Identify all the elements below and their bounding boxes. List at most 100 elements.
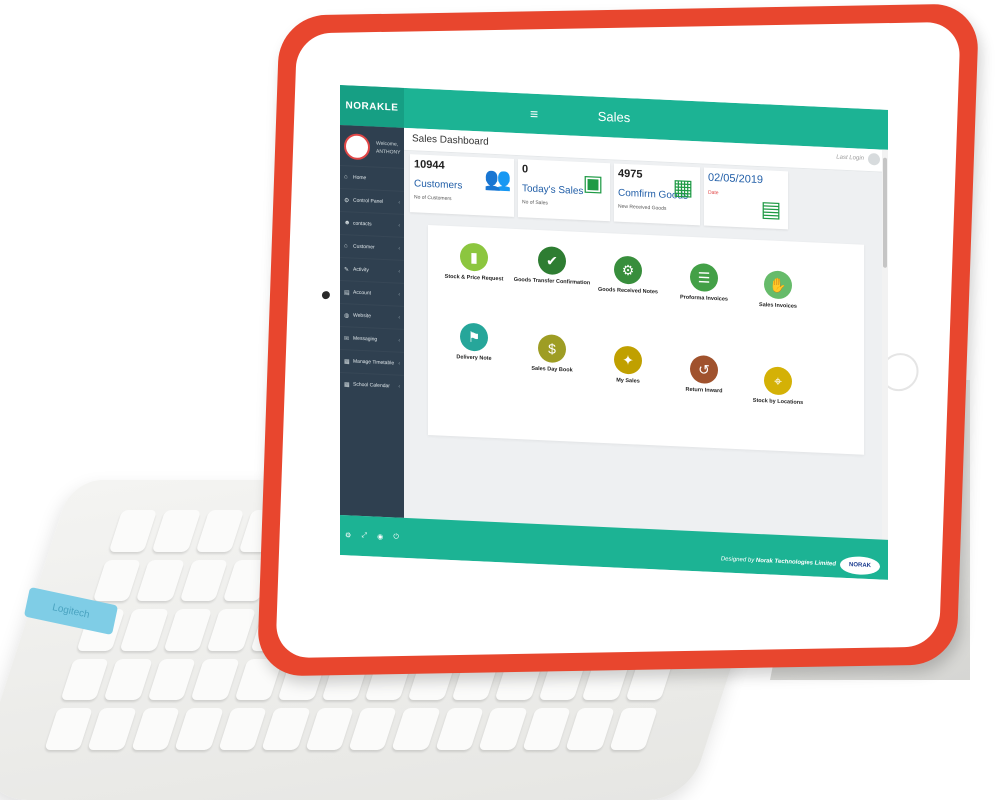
app-tile-sales-day-book[interactable]: $ Sales Day Book	[512, 325, 592, 409]
app-label: Return Inward	[685, 386, 723, 395]
sidebar-nav: ⌂ Home ⚙ Control Panel ‹ ☻ contacts ‹ ⌂ Customer ‹…	[340, 165, 404, 398]
calendar-icon: ▦	[344, 381, 350, 388]
sidebar-item-school-calendar[interactable]: ▦ School Calendar ‹	[340, 372, 404, 398]
keyboard-key	[304, 708, 354, 750]
stat-sub: Date	[708, 189, 719, 197]
keyboard-key	[60, 658, 110, 701]
clipboard-icon: ☰	[690, 262, 718, 293]
sidebar-item-label: Control Panel	[353, 197, 384, 205]
app-label: Stock by Locations	[752, 397, 804, 407]
keyboard-key	[391, 708, 441, 750]
globe-icon: ◍	[344, 312, 350, 319]
sidebar-item-control-panel[interactable]: ⚙ Control Panel ‹	[340, 188, 404, 214]
sidebar-item-label: contacts	[353, 220, 372, 228]
handshake-icon: ✋	[764, 270, 792, 300]
pen-icon: ✎	[344, 266, 350, 273]
sidebar-item-messaging[interactable]: ✉ Messaging ‹	[340, 326, 404, 352]
app-tile-stock-price-request[interactable]: ▮ Stock & Price Request	[434, 233, 514, 317]
user-avatar[interactable]	[868, 152, 880, 166]
app-label: Sales Day Book	[531, 365, 573, 374]
home-icon: ⌂	[344, 174, 348, 181]
sidebar-item-label: School Calendar	[353, 381, 390, 390]
keyboard-key	[163, 609, 213, 651]
app-label: Goods Transfer Confirmation	[513, 276, 591, 287]
eye-icon[interactable]: ◉	[377, 533, 383, 541]
power-icon[interactable]: ⏻	[393, 533, 399, 541]
last-login: Last Login	[836, 154, 864, 162]
sidebar-item-label: Activity	[353, 266, 369, 274]
chevron-left-icon: ‹	[398, 337, 400, 344]
stat-customers[interactable]: 10944 Customers No of Customers 👥	[410, 154, 514, 217]
keyboard-key	[87, 708, 137, 750]
money-icon: ▣	[582, 170, 604, 196]
apps-panel: ▮ Stock & Price Request ✔ Goods Transfer Co…	[428, 224, 864, 455]
app-label: Delivery Note	[456, 354, 492, 362]
app-tile-stock-by-locations[interactable]: ⌖ Stock by Locations	[738, 357, 818, 441]
keyboard-key	[435, 708, 485, 750]
sidebar-item-account[interactable]: ▤ Account ‹	[340, 280, 404, 306]
app-tile-return-inward[interactable]: ↺ Return Inward	[664, 346, 744, 430]
keyboard-key	[521, 708, 571, 750]
cash-icon: $	[538, 333, 566, 364]
sidebar-item-website[interactable]: ◍ Website ‹	[340, 303, 404, 329]
users-icon: ☻	[344, 220, 351, 227]
keyboard-key	[152, 510, 202, 552]
profile: Welcome, ANTHONY	[340, 125, 404, 168]
expand-icon[interactable]: ⤢	[361, 532, 367, 540]
sidebar-item-label: Manage Timetable	[353, 358, 395, 367]
delivery-icon: ⚑	[460, 322, 488, 352]
forklift-icon: ⚙	[614, 255, 642, 285]
calendar-icon: ▦	[344, 358, 350, 365]
home-icon: ⌂	[344, 243, 348, 250]
sidebar-item-label: Website	[353, 312, 371, 320]
app-label: Goods Received Notes	[598, 286, 658, 296]
battery-icon: ▮	[460, 242, 488, 272]
stat-number: 02/05/2019	[708, 171, 764, 187]
app-label: Sales Invoices	[759, 302, 797, 310]
app-label: Proforma Invoices	[680, 294, 728, 303]
sidebar-item-label: Customer	[353, 243, 375, 251]
app-tile-proforma-invoices[interactable]: ☰ Proforma Invoices	[664, 254, 744, 338]
keyboard-key	[174, 708, 224, 750]
keyboard-key	[179, 559, 229, 602]
stat-sub: No of Customers	[414, 194, 452, 203]
app-tile-sales-invoices[interactable]: ✋ Sales Invoices	[738, 261, 818, 345]
keyboard-key	[44, 708, 94, 750]
sidebar-item-contacts[interactable]: ☻ contacts ‹	[340, 211, 404, 237]
keyboard-key	[119, 609, 169, 651]
user-name: ANTHONY	[376, 148, 401, 156]
chevron-left-icon: ‹	[398, 245, 400, 252]
stat-number: 10944	[414, 158, 445, 172]
avatar[interactable]	[344, 133, 370, 161]
gear-icon[interactable]: ⚙	[345, 531, 351, 539]
sidebar-item-activity[interactable]: ✎ Activity ‹	[340, 257, 404, 283]
cogs-icon: ⚙	[344, 197, 350, 204]
app-tile-goods-received-notes[interactable]: ⚙ Goods Received Notes	[588, 246, 668, 330]
app-tile-my-sales[interactable]: ✦ My Sales	[588, 336, 668, 420]
stat-title: Today's Sales	[522, 183, 584, 198]
scrollbar[interactable]	[882, 149, 888, 540]
stat-confirm-goods[interactable]: 4975 Comfirm Goods New Received Goods ▦	[614, 163, 700, 226]
keyboard-key	[108, 510, 158, 552]
app-tile-delivery-note[interactable]: ⚑ Delivery Note	[434, 313, 514, 397]
chevron-left-icon: ‹	[398, 268, 400, 275]
app-tile-goods-transfer-confirmation[interactable]: ✔ Goods Transfer Confirmation	[512, 237, 592, 321]
stat-date: 02/05/2019 Date ▤	[704, 167, 788, 230]
camera-icon	[321, 291, 331, 300]
company-name[interactable]: Norak Technologies Limited	[756, 558, 836, 568]
sidebar-item-customer[interactable]: ⌂ Customer ‹	[340, 234, 404, 260]
sidebar-item-manage-timetable[interactable]: ▦ Manage Timetable ‹	[340, 349, 404, 375]
sidebar-item-label: Account	[353, 289, 372, 297]
stat-title: Customers	[414, 178, 463, 192]
truck-icon: ✔	[538, 245, 566, 276]
book-icon: ▤	[344, 289, 350, 296]
keyboard-key	[217, 708, 267, 750]
keyboard-key	[348, 708, 398, 750]
stat-todays-sales[interactable]: 0 Today's Sales No of Sales ▣	[518, 159, 610, 222]
chevron-left-icon: ‹	[398, 291, 400, 298]
keyboard-key	[131, 708, 181, 750]
scrollbar-thumb[interactable]	[883, 157, 887, 268]
sidebar-item-home[interactable]: ⌂ Home	[340, 165, 404, 191]
app-screen: NORAKLE ≡ Sales Welcome, ANTHONY ⌂ Home ⚙ C…	[340, 85, 888, 580]
sidebar-footer: ⚙ ⤢ ◉ ⏻	[340, 515, 404, 558]
